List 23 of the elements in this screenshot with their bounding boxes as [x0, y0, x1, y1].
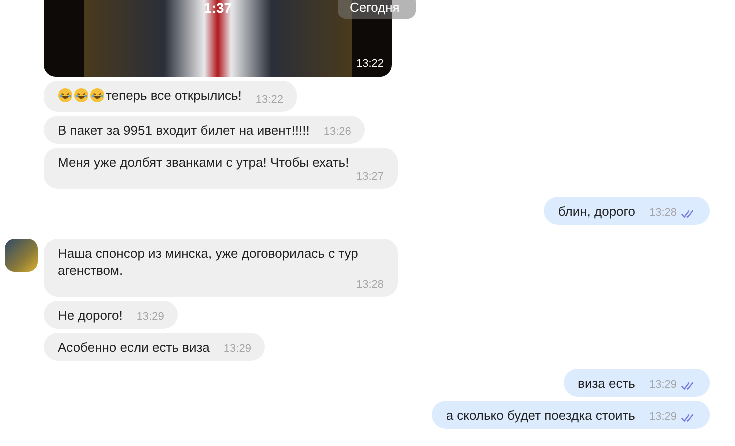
- message-time: 13:27: [356, 171, 384, 184]
- message-time: 13:29: [224, 343, 252, 356]
- message-text: Асобенно если есть виза: [58, 339, 210, 356]
- message-text: В пакет за 9951 входит билет на ивент!!!!!: [58, 122, 310, 139]
- laughing-emoji-icon: [58, 88, 73, 103]
- message-text: Наша спонсор из минска, уже договорилась с тур агенством.: [58, 245, 360, 279]
- laughing-emoji-icon: [74, 88, 89, 103]
- message-time: 13:22: [256, 94, 284, 107]
- avatar[interactable]: [5, 239, 38, 272]
- message-text: Не дорого!: [58, 307, 123, 324]
- laughing-emoji-icon: [90, 88, 105, 103]
- message-text: блин, дорого: [558, 203, 636, 220]
- message-time: 13:22: [356, 58, 384, 70]
- message-text: виза есть: [578, 375, 636, 392]
- message-time: 13:29: [136, 311, 164, 324]
- message-time: 13:26: [324, 126, 352, 139]
- message-text: теперь все открылись!: [106, 87, 242, 104]
- message-time: 13:29: [649, 379, 677, 392]
- message-time: 13:29: [649, 411, 677, 424]
- message-text: Меня уже долбят званками с утра! Чтобы ехать!: [58, 154, 350, 171]
- message-time: 13:28: [356, 279, 384, 292]
- message-text: а сколько будет поездка стоить: [446, 407, 636, 424]
- message-time: 13:28: [649, 207, 677, 220]
